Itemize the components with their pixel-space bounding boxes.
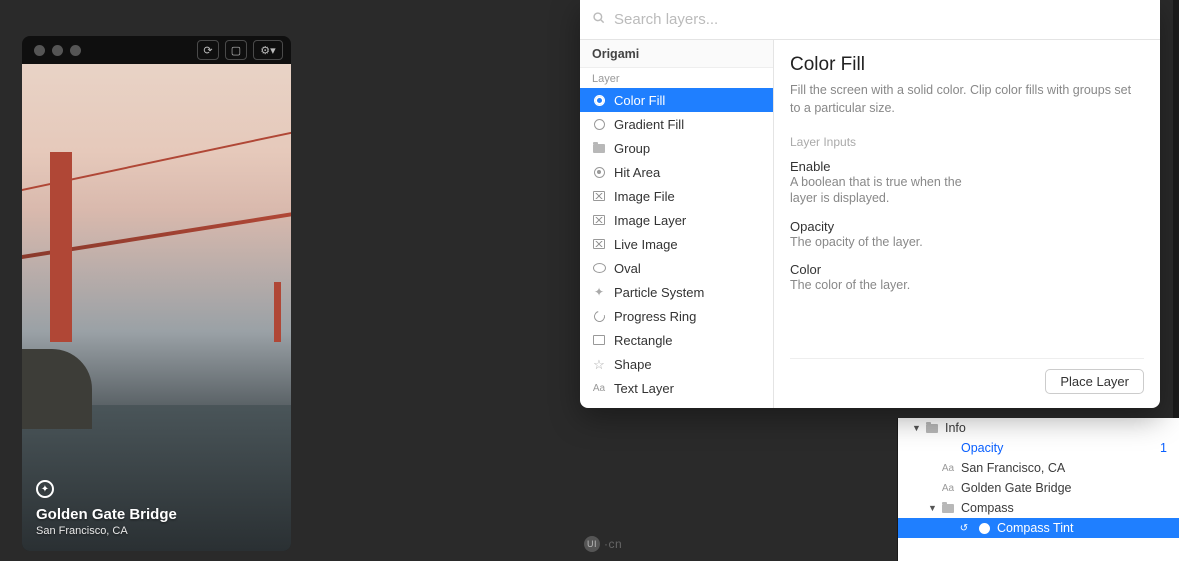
disclosure-icon[interactable]: ▼ — [928, 503, 937, 513]
layer-type-list[interactable]: Origami Layer Color Fill Gradient Fill Gro… — [580, 40, 774, 408]
preview-canvas: ✦ Golden Gate Bridge San Francisco, CA — [22, 64, 291, 551]
circle-icon — [977, 522, 991, 534]
layer-type-item[interactable]: Live Image — [580, 232, 773, 256]
layer-type-label: Hit Area — [614, 165, 660, 180]
reload-button[interactable]: ⟳ — [197, 40, 219, 60]
layer-type-item[interactable]: Progress Ring — [580, 304, 773, 328]
image-icon — [592, 213, 606, 227]
layer-type-label: Oval — [614, 261, 641, 276]
layer-type-item[interactable]: Rectangle — [580, 328, 773, 352]
layer-type-item[interactable]: ✦ Particle System — [580, 280, 773, 304]
layer-label: Golden Gate Bridge — [961, 481, 1072, 495]
layer-type-label: Shape — [614, 357, 652, 372]
search-bar — [580, 0, 1160, 40]
layer-detail-pane: Color Fill Fill the screen with a solid … — [774, 40, 1160, 408]
layer-type-label: Color Fill — [614, 93, 665, 108]
preview-subtitle: San Francisco, CA — [36, 525, 177, 537]
layer-input-doc: OpacityThe opacity of the layer. — [790, 219, 1144, 250]
layer-input-doc: EnableA boolean that is true when the la… — [790, 159, 1144, 207]
folder-icon — [925, 422, 939, 434]
layer-group-row[interactable]: ▼ Info — [898, 418, 1179, 438]
folder-icon — [941, 502, 955, 514]
search-icon — [592, 11, 606, 28]
preview-caption: ✦ Golden Gate Bridge San Francisco, CA — [36, 480, 177, 537]
layer-label: Opacity — [961, 441, 1003, 455]
particle-icon: ✦ — [592, 285, 606, 299]
search-input[interactable] — [614, 11, 1148, 28]
layer-row[interactable]: ↺ Compass Tint — [898, 518, 1179, 538]
preview-titlebar: ⟳ ▢ ⚙︎▾ — [22, 36, 291, 64]
layer-type-label: Progress Ring — [614, 309, 696, 324]
layer-type-item[interactable]: Aa Text Layer — [580, 376, 773, 400]
settings-button[interactable]: ⚙︎▾ — [253, 40, 283, 60]
layer-label: Compass Tint — [997, 521, 1073, 535]
max-traffic-light[interactable] — [70, 45, 81, 56]
layer-row[interactable]: Aa San Francisco, CA — [898, 458, 1179, 478]
layer-group-row[interactable]: ▼ Compass — [898, 498, 1179, 518]
layer-label: San Francisco, CA — [961, 461, 1065, 475]
oval-icon — [592, 261, 606, 275]
close-traffic-light[interactable] — [34, 45, 45, 56]
min-traffic-light[interactable] — [52, 45, 63, 56]
rectangle-icon — [592, 333, 606, 347]
layer-type-item[interactable]: Oval — [580, 256, 773, 280]
detail-title: Color Fill — [790, 54, 1144, 76]
text-icon: Aa — [941, 462, 955, 474]
layer-row[interactable]: Aa Golden Gate Bridge — [898, 478, 1179, 498]
target-icon — [592, 165, 606, 179]
circle-filled-icon — [592, 93, 606, 107]
disclosure-icon[interactable]: ▼ — [912, 423, 921, 433]
layer-picker-popover: Origami Layer Color Fill Gradient Fill Gro… — [580, 0, 1160, 408]
property-value[interactable]: 1 — [1160, 441, 1179, 455]
layer-label: Compass — [961, 501, 1014, 515]
layer-type-item[interactable]: ☆ Shape — [580, 352, 773, 376]
folder-icon — [592, 141, 606, 155]
watermark: UI ·cn — [584, 536, 622, 552]
layer-type-item[interactable]: Hit Area — [580, 160, 773, 184]
text-icon: Aa — [592, 381, 606, 395]
place-layer-button[interactable]: Place Layer — [1045, 369, 1144, 394]
layer-type-item[interactable]: Gradient Fill — [580, 112, 773, 136]
layer-label: Info — [945, 421, 966, 435]
layer-type-label: Gradient Fill — [614, 117, 684, 132]
detail-description: Fill the screen with a solid color. Clip… — [790, 82, 1140, 117]
watermark-icon: UI — [584, 536, 600, 552]
preview-window: ⟳ ▢ ⚙︎▾ ✦ Golden Gate Bridge San Francis… — [22, 36, 291, 551]
preview-toolbar: ⟳ ▢ ⚙︎▾ — [197, 40, 283, 60]
layer-type-item[interactable]: Image Layer — [580, 208, 773, 232]
circle-icon — [592, 117, 606, 131]
traffic-lights — [34, 45, 81, 56]
camera-button[interactable]: ▢ — [225, 40, 247, 60]
layer-type-item[interactable]: Group — [580, 136, 773, 160]
layer-type-label: Image File — [614, 189, 675, 204]
layer-input-doc: ColorThe color of the layer. — [790, 262, 1144, 293]
layer-type-label: Group — [614, 141, 650, 156]
layer-type-label: Rectangle — [614, 333, 673, 348]
layer-type-label: Image Layer — [614, 213, 686, 228]
layer-type-label: Particle System — [614, 285, 704, 300]
progress-ring-icon — [592, 309, 606, 323]
star-icon: ☆ — [592, 357, 606, 371]
compass-icon: ✦ — [36, 480, 54, 498]
category-label: Layer — [580, 68, 773, 88]
text-icon: Aa — [941, 482, 955, 494]
preview-title: Golden Gate Bridge — [36, 506, 177, 523]
layer-type-item[interactable]: Image File — [580, 184, 773, 208]
layer-panel[interactable]: ▼ Info Opacity 1 Aa San Francisco, CA Aa Golden… — [897, 418, 1179, 561]
loop-icon: ↺ — [957, 522, 971, 534]
layer-type-label: Live Image — [614, 237, 678, 252]
layer-type-label: Text Layer — [614, 381, 674, 396]
section-header: Origami — [580, 40, 773, 68]
layer-type-item[interactable]: Color Fill — [580, 88, 773, 112]
layer-property-row[interactable]: Opacity 1 — [898, 438, 1179, 458]
detail-section-header: Layer Inputs — [790, 135, 1144, 149]
image-icon — [592, 237, 606, 251]
image-icon — [592, 189, 606, 203]
